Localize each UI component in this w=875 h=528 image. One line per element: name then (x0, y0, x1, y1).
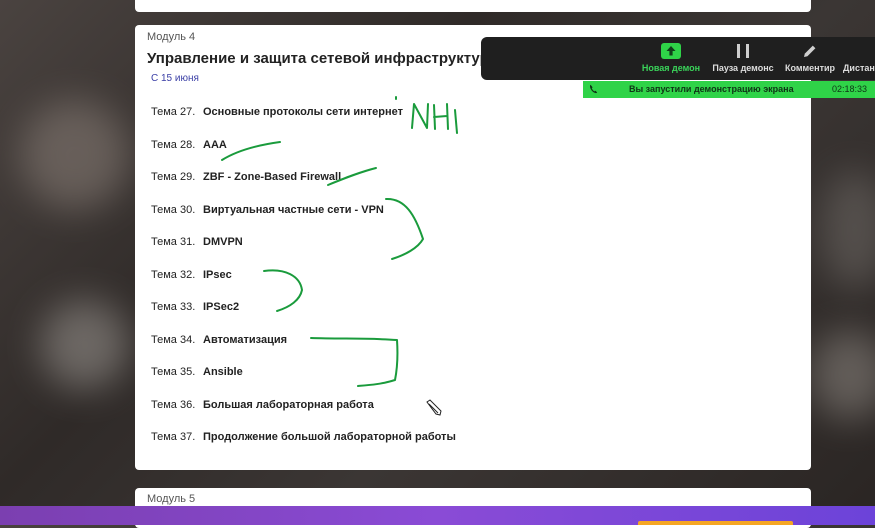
topic-name[interactable]: Ansible (203, 366, 243, 378)
background-blur (40, 300, 130, 390)
share-screen-icon (639, 42, 703, 60)
pencil-icon (781, 42, 839, 60)
screen-share-banner: Вы запустили демонстрацию экрана 02:18:3… (583, 81, 875, 98)
topic-number: Тема 36. (151, 399, 196, 411)
topic-number: Тема 31. (151, 236, 196, 248)
topic-name[interactable]: Автоматизация (203, 334, 287, 346)
topic-number: Тема 34. (151, 334, 196, 346)
topic-number: Тема 37. (151, 431, 196, 443)
topic-number: Тема 28. (151, 139, 196, 151)
new-share-label: Новая демон (641, 63, 701, 73)
pencil-cursor-icon (426, 399, 442, 416)
new-share-button[interactable]: Новая демон (639, 42, 703, 73)
background-blur (820, 170, 875, 290)
remote-control-icon (843, 42, 875, 60)
topic-item[interactable]: Тема 35. Ansible (151, 366, 243, 378)
module-title[interactable]: Управление и защита сетевой инфраструкту… (147, 50, 502, 67)
topic-number: Тема 29. (151, 171, 196, 183)
remote-control-label: Дистан (843, 63, 875, 73)
previous-module-card (135, 0, 811, 12)
remote-control-button[interactable]: Дистан (843, 42, 875, 73)
topic-item[interactable]: Тема 27. Основные протоколы сети интернет (151, 106, 403, 118)
topic-name[interactable]: IPsec (203, 269, 232, 281)
topic-number: Тема 30. (151, 204, 196, 216)
bottom-action-button[interactable] (638, 521, 793, 525)
topic-item[interactable]: Тема 36. Большая лабораторная работа (151, 399, 374, 411)
topic-name[interactable]: Основные протоколы сети интернет (203, 106, 403, 118)
module-start-date: С 15 июня (151, 73, 199, 84)
topic-name[interactable]: Продолжение большой лабораторной работы (203, 431, 456, 443)
topic-item[interactable]: Тема 37. Продолжение большой лабораторной… (151, 431, 456, 443)
phone-icon (589, 84, 598, 96)
comment-label: Комментир (784, 63, 836, 73)
topic-item[interactable]: Тема 33. IPSec2 (151, 301, 239, 313)
background-blur (810, 330, 875, 420)
topic-item[interactable]: Тема 31. DMVPN (151, 236, 243, 248)
topic-item[interactable]: Тема 28. AAA (151, 139, 227, 151)
module-label: Модуль 4 (147, 31, 196, 43)
topic-name[interactable]: DMVPN (203, 236, 243, 248)
topic-name[interactable]: IPSec2 (203, 301, 239, 313)
topic-name[interactable]: AAA (203, 139, 227, 151)
pause-icon (709, 42, 777, 60)
screen-share-toolbar: Новая демон Пауза демонс Комментир Диста… (481, 37, 875, 80)
topic-item[interactable]: Тема 29. ZBF - Zone-Based Firewall (151, 171, 341, 183)
topic-number: Тема 32. (151, 269, 196, 281)
background-blur (20, 100, 130, 210)
topic-name[interactable]: Виртуальная частные сети - VPN (203, 204, 384, 216)
topic-name[interactable]: ZBF - Zone-Based Firewall (203, 171, 341, 183)
pause-share-label: Пауза демонс (712, 63, 774, 73)
topic-item[interactable]: Тема 32. IPsec (151, 269, 232, 281)
pause-share-button[interactable]: Пауза демонс (709, 42, 777, 73)
topic-item[interactable]: Тема 34. Автоматизация (151, 334, 287, 346)
share-banner-text: Вы запустили демонстрацию экрана (629, 84, 794, 94)
topic-number: Тема 35. (151, 366, 196, 378)
topic-number: Тема 27. (151, 106, 196, 118)
topic-name[interactable]: Большая лабораторная работа (203, 399, 374, 411)
share-timer: 02:18:33 (831, 84, 867, 94)
topic-number: Тема 33. (151, 301, 196, 313)
comment-button[interactable]: Комментир (781, 42, 839, 73)
module-label: Модуль 5 (147, 493, 196, 505)
topic-item[interactable]: Тема 30. Виртуальная частные сети - VPN (151, 204, 384, 216)
